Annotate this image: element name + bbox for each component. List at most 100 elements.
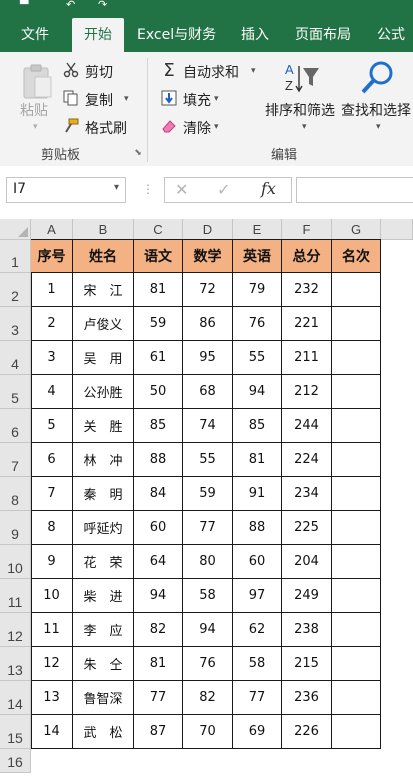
table-cell[interactable]: 91 — [233, 477, 282, 511]
table-cell[interactable]: 14 — [31, 715, 73, 749]
table-cell[interactable]: 94 — [134, 579, 183, 613]
row-header-7[interactable]: 7 — [0, 443, 31, 477]
table-cell[interactable] — [332, 375, 381, 409]
row-header-6[interactable]: 6 — [0, 409, 31, 443]
table-cell[interactable]: 87 — [134, 715, 183, 749]
table-cell[interactable] — [332, 647, 381, 681]
table-header-cell[interactable]: 序号 — [31, 240, 73, 273]
undo-icon[interactable]: ↶ — [66, 0, 75, 10]
tab-file[interactable]: 文件 — [21, 18, 49, 52]
column-header-c[interactable]: C — [134, 219, 183, 240]
table-cell[interactable]: 58 — [233, 647, 282, 681]
table-cell[interactable] — [332, 715, 381, 749]
table-cell[interactable] — [332, 545, 381, 579]
column-header-e[interactable]: E — [233, 219, 282, 240]
table-cell[interactable]: 86 — [183, 307, 233, 341]
formula-input[interactable] — [296, 177, 413, 203]
table-cell[interactable]: 64 — [134, 545, 183, 579]
table-cell[interactable]: 12 — [31, 647, 73, 681]
table-header-cell[interactable]: 名次 — [332, 240, 381, 273]
column-header-d[interactable]: D — [183, 219, 233, 240]
table-cell[interactable]: 204 — [282, 545, 332, 579]
row-header-13[interactable]: 13 — [0, 647, 31, 681]
table-cell[interactable]: 9 — [31, 545, 73, 579]
table-cell[interactable] — [332, 307, 381, 341]
tab-insert[interactable]: 插入 — [241, 18, 269, 52]
table-cell[interactable]: 76 — [233, 307, 282, 341]
row-header-3[interactable]: 3 — [0, 307, 31, 341]
table-cell[interactable] — [332, 409, 381, 443]
table-cell[interactable]: 呼延灼 — [73, 511, 134, 545]
select-all-button[interactable] — [0, 219, 31, 240]
tab-home[interactable]: 开始 — [72, 18, 124, 52]
copy-dropdown-icon[interactable]: ▾ — [124, 94, 129, 104]
table-cell[interactable]: 4 — [31, 375, 73, 409]
copy-button[interactable]: 复制 — [85, 90, 113, 110]
row-header-8[interactable]: 8 — [0, 477, 31, 511]
table-cell[interactable]: 8 — [31, 511, 73, 545]
table-cell[interactable]: 234 — [282, 477, 332, 511]
fill-dropdown-icon[interactable]: ▾ — [214, 94, 219, 104]
paste-icon[interactable] — [20, 62, 54, 102]
table-cell[interactable]: 5 — [31, 409, 73, 443]
redo-icon[interactable]: ↷ — [98, 0, 107, 10]
sort-filter-dropdown-icon[interactable]: ▾ — [302, 122, 307, 132]
row-header-5[interactable]: 5 — [0, 375, 31, 409]
table-cell[interactable] — [332, 613, 381, 647]
table-cell[interactable]: 84 — [134, 477, 183, 511]
table-cell[interactable]: 77 — [233, 681, 282, 715]
table-cell[interactable]: 公孙胜 — [73, 375, 134, 409]
format-painter-button[interactable]: 格式刷 — [85, 118, 127, 138]
column-header-g[interactable]: G — [332, 219, 381, 240]
find-select-button[interactable]: 查找和选择 — [341, 100, 411, 120]
table-cell[interactable]: 221 — [282, 307, 332, 341]
table-cell[interactable]: 224 — [282, 443, 332, 477]
column-header-b[interactable]: B — [73, 219, 134, 240]
table-cell[interactable] — [332, 477, 381, 511]
table-cell[interactable]: 81 — [134, 647, 183, 681]
table-cell[interactable]: 10 — [31, 579, 73, 613]
table-header-cell[interactable]: 英语 — [233, 240, 282, 273]
table-cell[interactable]: 11 — [31, 613, 73, 647]
table-cell[interactable]: 82 — [183, 681, 233, 715]
clear-button[interactable]: 清除 — [183, 118, 211, 138]
table-cell[interactable]: 85 — [134, 409, 183, 443]
row-header-14[interactable]: 14 — [0, 681, 31, 715]
table-cell[interactable]: 80 — [183, 545, 233, 579]
table-cell[interactable]: 61 — [134, 341, 183, 375]
table-cell[interactable]: 226 — [282, 715, 332, 749]
column-header-f[interactable]: F — [282, 219, 332, 240]
find-select-dropdown-icon[interactable]: ▾ — [376, 122, 381, 132]
table-cell[interactable]: 85 — [233, 409, 282, 443]
table-cell[interactable]: 宋 江 — [73, 273, 134, 307]
fill-button[interactable]: 填充 — [183, 90, 211, 110]
name-box[interactable]: I7 ▾ — [6, 177, 126, 203]
table-cell[interactable]: 50 — [134, 375, 183, 409]
table-cell[interactable]: 秦 明 — [73, 477, 134, 511]
table-cell[interactable]: 62 — [233, 613, 282, 647]
row-header-12[interactable]: 12 — [0, 613, 31, 647]
table-cell[interactable] — [332, 579, 381, 613]
table-cell[interactable]: 55 — [183, 443, 233, 477]
table-cell[interactable]: 1 — [31, 273, 73, 307]
insert-function-button[interactable]: fx — [261, 179, 276, 198]
paste-dropdown-icon[interactable]: ▾ — [33, 122, 38, 132]
table-cell[interactable]: 225 — [282, 511, 332, 545]
table-cell[interactable]: 关 胜 — [73, 409, 134, 443]
table-cell[interactable]: 88 — [134, 443, 183, 477]
table-cell[interactable]: 88 — [233, 511, 282, 545]
row-header-16[interactable]: 16 — [0, 749, 31, 773]
table-cell[interactable]: 3 — [31, 341, 73, 375]
autosum-dropdown-icon[interactable]: ▾ — [251, 66, 256, 76]
table-cell[interactable]: 79 — [233, 273, 282, 307]
cancel-icon[interactable]: ✕ — [175, 180, 188, 199]
table-cell[interactable]: 7 — [31, 477, 73, 511]
table-cell[interactable]: 211 — [282, 341, 332, 375]
table-cell[interactable]: 吴 用 — [73, 341, 134, 375]
table-cell[interactable]: 77 — [183, 511, 233, 545]
row-header-10[interactable]: 10 — [0, 545, 31, 579]
table-cell[interactable]: 97 — [233, 579, 282, 613]
table-cell[interactable]: 鲁智深 — [73, 681, 134, 715]
row-header-4[interactable]: 4 — [0, 341, 31, 375]
table-cell[interactable]: 232 — [282, 273, 332, 307]
